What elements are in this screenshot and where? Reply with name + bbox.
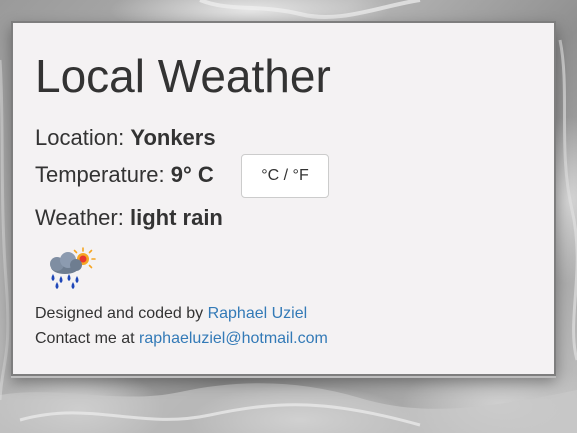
- credits-line: Designed and coded by Raphael Uziel: [35, 306, 307, 322]
- temperature-row: Temperature: 9° C: [35, 164, 214, 186]
- location-row: Location: Yonkers: [35, 127, 216, 149]
- weather-row: Weather: light rain: [35, 207, 223, 229]
- page-title: Local Weather: [35, 50, 331, 102]
- location-label: Location:: [35, 125, 131, 150]
- location-value: Yonkers: [130, 125, 216, 150]
- weather-card: Local Weather Location: Yonkers Temperat…: [11, 21, 556, 376]
- weather-label: Weather:: [35, 205, 130, 230]
- unit-toggle-button[interactable]: °C / °F: [241, 154, 329, 198]
- credits-prefix: Designed and coded by: [35, 305, 208, 322]
- temperature-label: Temperature:: [35, 162, 171, 187]
- author-link[interactable]: Raphael Uziel: [208, 305, 308, 322]
- temperature-value: 9° C: [170, 162, 214, 187]
- raindrops-icon: [51, 274, 79, 289]
- contact-prefix: Contact me at: [35, 330, 140, 347]
- cloud-icon: [50, 252, 82, 274]
- contact-line: Contact me at raphaeluziel@hotmail.com: [35, 331, 328, 347]
- email-link[interactable]: raphaeluziel@hotmail.com: [139, 330, 328, 347]
- rain-sun-icon: [50, 247, 96, 289]
- weather-value: light rain: [129, 205, 223, 230]
